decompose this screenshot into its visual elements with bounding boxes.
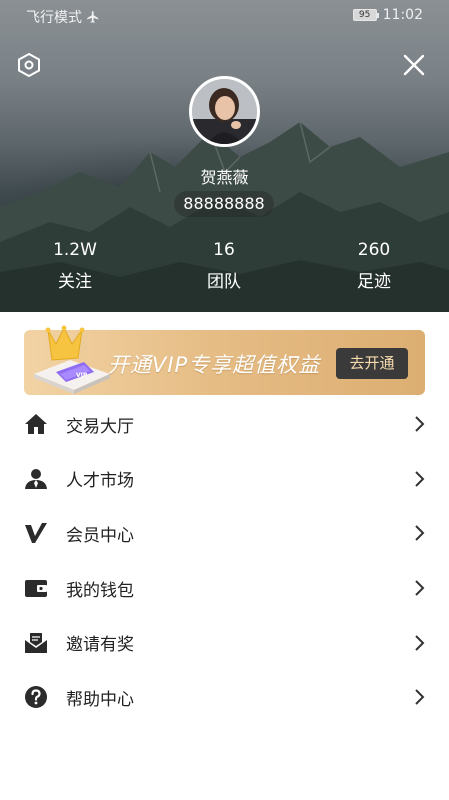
person-icon: [24, 467, 48, 491]
home-icon: [24, 412, 48, 436]
menu-item-wallet[interactable]: 我的钱包: [0, 561, 449, 616]
status-right: 95 11:02: [352, 7, 423, 23]
clock: 11:02: [382, 7, 423, 23]
stat-value: 1.2W: [53, 240, 97, 260]
status-bar: 飞行模式 95 11:02: [0, 0, 449, 30]
menu-label: 帮助中心: [66, 689, 134, 710]
vip-banner-text: 开通VIP专享超值权益: [108, 353, 321, 377]
vip-activate-button[interactable]: 去开通: [336, 348, 408, 379]
stat-following[interactable]: 1.2W 关注: [25, 238, 125, 292]
stat-value: 16: [213, 240, 235, 260]
menu-label: 会员中心: [66, 525, 134, 546]
settings-hexagon-icon: [18, 52, 40, 78]
avatar-image: [192, 79, 257, 144]
chevron-right-icon: [415, 471, 425, 487]
stat-team[interactable]: 16 团队: [174, 238, 274, 292]
stat-footprints[interactable]: 260 足迹: [324, 238, 424, 292]
airplane-icon: [87, 11, 99, 23]
menu-label: 人才市场: [66, 471, 134, 492]
user-id: 88888888: [174, 191, 274, 217]
menu-item-trading-hall[interactable]: 交易大厅: [0, 397, 449, 452]
chevron-right-icon: [415, 634, 425, 651]
question-icon: [24, 685, 48, 709]
menu-item-invite-rewards[interactable]: 邀请有奖: [0, 615, 449, 670]
stat-label: 关注: [58, 272, 92, 292]
stat-value: 260: [357, 240, 391, 260]
menu-item-help-center[interactable]: 帮助中心: [0, 670, 449, 725]
settings-button[interactable]: [14, 50, 44, 80]
close-icon: [403, 54, 425, 76]
chevron-right-icon: [415, 416, 425, 433]
chevron-right-icon: [415, 580, 425, 596]
menu-label: 邀请有奖: [66, 635, 134, 656]
menu-list: 交易大厅 人才市场 会员中心 我的钱包 邀请有奖 帮助中心: [0, 397, 449, 725]
envelope-icon: [24, 631, 48, 655]
menu-item-talent-market[interactable]: 人才市场: [0, 452, 449, 507]
username: 贺燕薇: [200, 168, 249, 187]
stat-label: 团队: [207, 272, 241, 292]
v-icon: [24, 521, 48, 545]
chevron-right-icon: [415, 689, 425, 705]
menu-label: 我的钱包: [66, 580, 134, 601]
vip-card-label: VIP: [76, 372, 88, 379]
vip-crown-card-icon: VIP: [34, 325, 110, 394]
stat-label: 足迹: [357, 272, 391, 292]
vip-banner[interactable]: VIP 开通VIP专享超值权益 去开通: [24, 325, 425, 395]
menu-item-member-center[interactable]: 会员中心: [0, 506, 449, 561]
close-button[interactable]: [399, 50, 429, 80]
airplane-mode-text: 飞行模式: [26, 10, 82, 26]
avatar[interactable]: [189, 76, 260, 147]
battery-level: 95: [358, 10, 371, 20]
stats-row: 1.2W 关注 16 团队 260 足迹: [0, 238, 449, 298]
battery-icon: 95: [352, 9, 379, 21]
profile-header: 飞行模式 95 11:02 贺燕薇 88888888 1.2W 关注 16 团队…: [0, 0, 449, 312]
status-left: 飞行模式: [26, 7, 100, 27]
wallet-icon: [24, 576, 48, 600]
chevron-right-icon: [415, 525, 425, 542]
menu-label: 交易大厅: [66, 416, 134, 437]
